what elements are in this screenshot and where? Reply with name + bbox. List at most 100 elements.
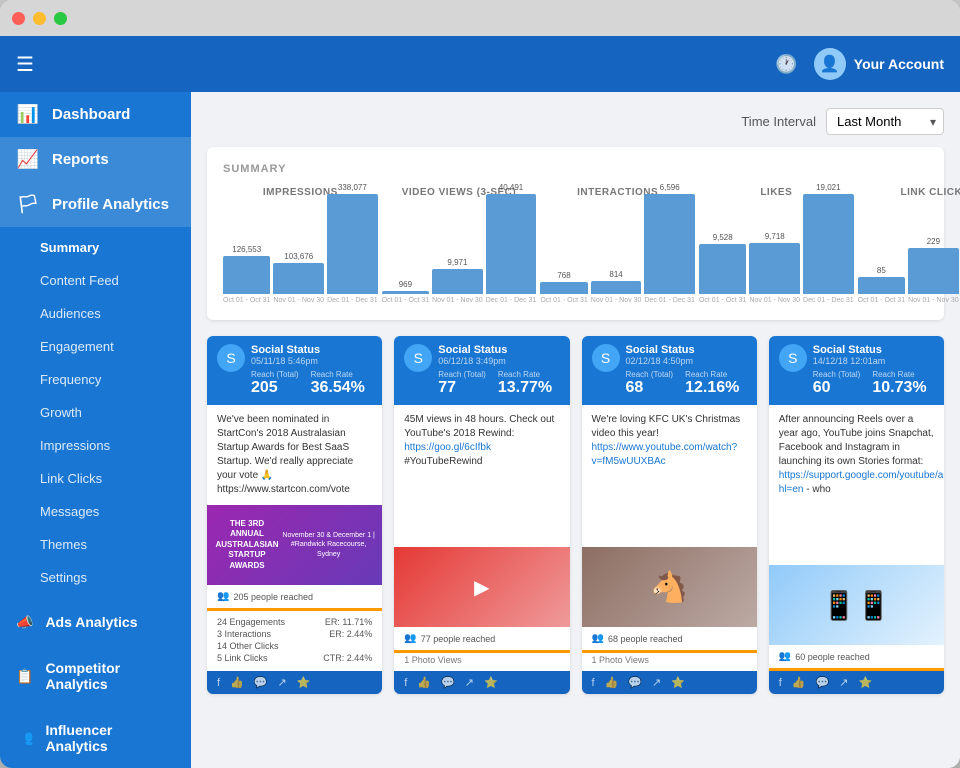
menu-button[interactable]: ☰	[16, 52, 34, 77]
card1-reach-total: Reach (Total) 205	[251, 370, 299, 397]
star-icon: ⭐	[484, 676, 498, 689]
sidebar-sub-item-link-clicks[interactable]: Link Clicks	[0, 462, 191, 495]
bar-wrap: 40,491 Dec 01 - Dec 31	[486, 183, 537, 304]
sidebar-sub-item-summary[interactable]: Summary	[0, 231, 191, 264]
bar-date: Nov 01 - Nov 30	[591, 297, 642, 304]
ads-analytics-icon: 📣	[16, 614, 33, 631]
chart-bar	[432, 269, 483, 294]
star-icon: ⭐	[671, 676, 685, 689]
card3-date: 02/12/18 4:50pm	[626, 356, 747, 366]
sidebar-sub-item-messages[interactable]: Messages	[0, 495, 191, 528]
bar-label: 40,491	[499, 183, 523, 192]
card2-platform-icon: S	[404, 344, 432, 372]
bar-wrap: 85 Oct 01 - Oct 31	[858, 266, 905, 304]
card4-date: 14/12/18 12:01am	[813, 356, 934, 366]
bar-label: 814	[609, 270, 622, 279]
card4-rate-label: Reach Rate	[872, 370, 926, 379]
top-nav: ☰ 🕐 👤 Your Account	[0, 36, 960, 92]
sidebar-item-profile-analytics[interactable]: 🏳 Profile Analytics	[0, 182, 191, 227]
stat-label: 5 Link Clicks	[217, 653, 268, 663]
link-clicks-label: LINK CLICKS	[858, 187, 960, 198]
maximize-button[interactable]	[54, 12, 67, 25]
like-icon: 👍	[605, 676, 619, 689]
bar-date: Oct 01 - Oct 31	[540, 297, 587, 304]
sidebar-item-ads-analytics-label: Ads Analytics	[45, 614, 137, 630]
card3-footer: f 👍 💬 ↗ ⭐	[582, 671, 757, 694]
minimize-button[interactable]	[33, 12, 46, 25]
sidebar-item-influencer-analytics[interactable]: 👥 Influencer Analytics	[0, 708, 191, 768]
facebook-icon: f	[404, 677, 407, 689]
chart-bar	[908, 248, 959, 294]
bar-date: Oct 01 - Oct 31	[223, 297, 270, 304]
card3-platform-icon: S	[592, 344, 620, 372]
card1-stats-bottom: 24 Engagements ER: 11.71% 3 Interactions…	[207, 611, 382, 671]
time-interval-select-wrapper[interactable]: Last Month Last Week Last 3 Months Last …	[826, 108, 944, 135]
comment-icon: 💬	[816, 676, 830, 689]
sidebar-sub-item-settings[interactable]: Settings	[0, 561, 191, 594]
sidebar-item-dashboard[interactable]: 📊 Dashboard	[0, 92, 191, 137]
app-window: ☰ 🕐 👤 Your Account 📊 Dashboard	[0, 0, 960, 768]
card3-reach-label: Reach (Total)	[626, 370, 674, 379]
sidebar: 📊 Dashboard 📈 Reports 🏳 Profile Analytic…	[0, 92, 191, 768]
card2-body: 45M views in 48 hours. Check out YouTube…	[394, 405, 569, 547]
bar-date: Oct 01 - Oct 31	[699, 297, 746, 304]
sidebar-item-reports-label: Reports	[52, 151, 109, 168]
card1-image: THE 3RD ANNUALAUSTRALASIAN STARTUP AWARD…	[207, 505, 382, 585]
chart-bar	[382, 291, 429, 294]
card4-reach-rate: Reach Rate 10.73%	[872, 370, 926, 397]
sidebar-item-ads-analytics[interactable]: 📣 Ads Analytics	[0, 600, 191, 645]
stat-row: 24 Engagements ER: 11.71%	[217, 617, 372, 627]
card3-title: Social Status	[626, 344, 747, 356]
bar-wrap: 6,596 Dec 01 - Dec 31	[644, 183, 695, 304]
card2-header: S Social Status 06/12/18 3:49pm Reach (T…	[394, 336, 569, 405]
time-interval-bar: Time Interval Last Month Last Week Last …	[207, 108, 944, 135]
card2-rate-value: 13.77%	[498, 379, 552, 397]
sidebar-item-reports[interactable]: 📈 Reports	[0, 137, 191, 182]
chart-bar	[591, 281, 642, 294]
bar-label: 338,077	[338, 183, 367, 192]
sidebar-sub-item-themes[interactable]: Themes	[0, 528, 191, 561]
bar-label: 9,528	[713, 233, 733, 242]
close-button[interactable]	[12, 12, 25, 25]
facebook-icon: f	[217, 677, 220, 689]
sidebar-sub-item-frequency[interactable]: Frequency	[0, 363, 191, 396]
facebook-icon: f	[592, 677, 595, 689]
card2-image: ▶	[394, 547, 569, 627]
sidebar-sub-item-audiences[interactable]: Audiences	[0, 297, 191, 330]
facebook-icon: f	[779, 677, 782, 689]
stat-row: 5 Link Clicks CTR: 2.44%	[217, 653, 372, 663]
card4-rate-value: 10.73%	[872, 379, 926, 397]
card3-reach-people: 👥 68 people reached	[582, 627, 757, 650]
sidebar-sub-item-growth[interactable]: Growth	[0, 396, 191, 429]
card3-stats: Reach (Total) 68 Reach Rate 12.16%	[626, 370, 747, 397]
card2-title: Social Status	[438, 344, 559, 356]
bar-wrap: 9,718 Nov 01 - Nov 30	[749, 232, 800, 304]
chart-bar	[858, 277, 905, 294]
sidebar-sub-item-engagement[interactable]: Engagement	[0, 330, 191, 363]
app: ☰ 🕐 👤 Your Account 📊 Dashboard	[0, 36, 960, 768]
bar-wrap: 9,528 Oct 01 - Oct 31	[699, 233, 746, 304]
time-interval-select[interactable]: Last Month Last Week Last 3 Months Last …	[826, 108, 944, 135]
influencer-analytics-icon: 👥	[16, 729, 33, 746]
account-button[interactable]: 👤 Your Account	[814, 48, 944, 80]
main-layout: 📊 Dashboard 📈 Reports 🏳 Profile Analytic…	[0, 92, 960, 768]
bar-wrap: 338,077 Dec 01 - Dec 31	[327, 183, 378, 304]
sidebar-item-competitor-analytics[interactable]: 📋 Competitor Analytics	[0, 646, 191, 706]
card4-reach-people: 👥 60 people reached	[769, 645, 944, 668]
sidebar-sub-item-impressions[interactable]: Impressions	[0, 429, 191, 462]
stat-value: ER: 2.44%	[329, 629, 372, 639]
card3-reach-rate: Reach Rate 12.16%	[685, 370, 739, 397]
like-icon: 👍	[230, 676, 244, 689]
social-card-3: S Social Status 02/12/18 4:50pm Reach (T…	[582, 336, 757, 694]
bar-wrap: 9,971 Nov 01 - Nov 30	[432, 258, 483, 304]
card2-header-info: Social Status 06/12/18 3:49pm Reach (Tot…	[438, 344, 559, 397]
sidebar-sub-item-content-feed[interactable]: Content Feed	[0, 264, 191, 297]
social-card-4: S Social Status 14/12/18 12:01am Reach (…	[769, 336, 944, 694]
card1-rate-label: Reach Rate	[311, 370, 365, 379]
card2-stats: Reach (Total) 77 Reach Rate 13.77%	[438, 370, 559, 397]
avatar: 👤	[814, 48, 846, 80]
card1-rate-value: 36.54%	[311, 379, 365, 397]
video-views-bars: 969 Oct 01 - Oct 31 9,971 Nov 01 - Nov 3…	[382, 204, 537, 304]
card2-reach-value: 77	[438, 379, 486, 397]
chart-bar	[223, 256, 270, 294]
